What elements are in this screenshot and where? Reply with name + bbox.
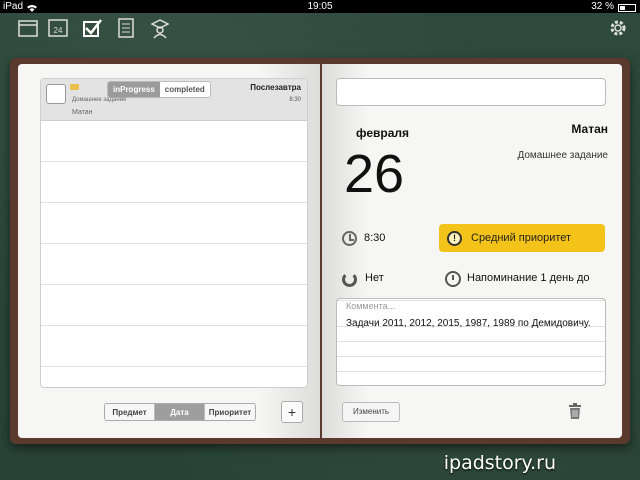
battery-percent: 32 % (591, 1, 614, 12)
task-time: 8:30 (289, 97, 301, 103)
repeat-value: Нет (365, 272, 384, 284)
settings-gear-icon[interactable] (606, 16, 630, 40)
sort-by-date[interactable]: Дата (155, 404, 205, 420)
status-toggle[interactable]: inProgress completed (107, 81, 211, 98)
list-item (41, 121, 307, 162)
comment-field[interactable]: Коммента... Задачи 2011, 2012, 2015, 198… (336, 298, 606, 386)
svg-text:24: 24 (54, 26, 63, 35)
teacher-icon[interactable] (148, 16, 172, 40)
task-checkbox[interactable] (46, 84, 66, 104)
notes-icon[interactable] (114, 16, 138, 40)
calendar-icon[interactable] (16, 16, 40, 40)
task-title-field[interactable] (336, 78, 606, 106)
watermark-text: ipadstory.ru (443, 452, 556, 474)
comment-placeholder: Коммента... (346, 301, 396, 311)
battery-icon (618, 3, 636, 12)
subject-label: Матан (571, 122, 608, 136)
left-page: inProgress completed Послезавтра Домашне… (18, 64, 320, 438)
comment-text: Задачи 2011, 2012, 2015, 1987, 1989 по Д… (346, 318, 591, 329)
sort-by-priority[interactable]: Приоритет (205, 404, 255, 420)
list-item (41, 326, 307, 367)
trash-icon[interactable] (568, 403, 582, 419)
checklist-icon[interactable] (80, 16, 104, 40)
status-inprogress[interactable]: inProgress (108, 82, 160, 97)
day-number: 26 (344, 144, 405, 204)
task-row[interactable]: inProgress completed Послезавтра Домашне… (41, 79, 307, 121)
list-item (41, 162, 307, 203)
clock-icon (342, 231, 357, 246)
status-completed[interactable]: completed (159, 82, 210, 97)
top-toolbar: 24 (0, 13, 640, 43)
edit-button[interactable]: Изменить (342, 402, 400, 422)
add-task-button[interactable]: + (281, 401, 303, 423)
right-page: февраля 26 Матан Домашнее задание 8:30 !… (322, 64, 622, 438)
month-label: февраля (356, 126, 410, 140)
date-24-icon[interactable]: 24 (46, 16, 70, 40)
sort-segmented-control[interactable]: Предмет Дата Приоритет (104, 403, 256, 421)
task-subject: Матан (72, 109, 93, 116)
task-type: Домашнее задание (72, 97, 127, 103)
list-item (41, 203, 307, 244)
alarm-clock-icon (445, 271, 461, 287)
list-item (41, 285, 307, 326)
priority-badge[interactable]: ! Средний приоритет (439, 224, 605, 252)
clock-time: 19:05 (307, 1, 333, 12)
task-list[interactable]: inProgress completed Послезавтра Домашне… (40, 78, 308, 388)
sort-by-subject[interactable]: Предмет (105, 404, 155, 420)
task-type-label: Домашнее задание (517, 150, 608, 161)
priority-label: Средний приоритет (471, 232, 572, 244)
folder-icon (70, 84, 79, 90)
list-item (41, 244, 307, 285)
time-value: 8:30 (364, 232, 386, 244)
planner-book: inProgress completed Послезавтра Домашне… (10, 58, 630, 444)
repeat-icon (342, 272, 357, 287)
exclamation-icon: ! (447, 230, 462, 246)
reminder-value: Напоминание 1 день до (467, 272, 590, 284)
status-bar: iPad 19:05 32 % (0, 0, 640, 13)
task-date: Послезавтра (250, 83, 301, 92)
